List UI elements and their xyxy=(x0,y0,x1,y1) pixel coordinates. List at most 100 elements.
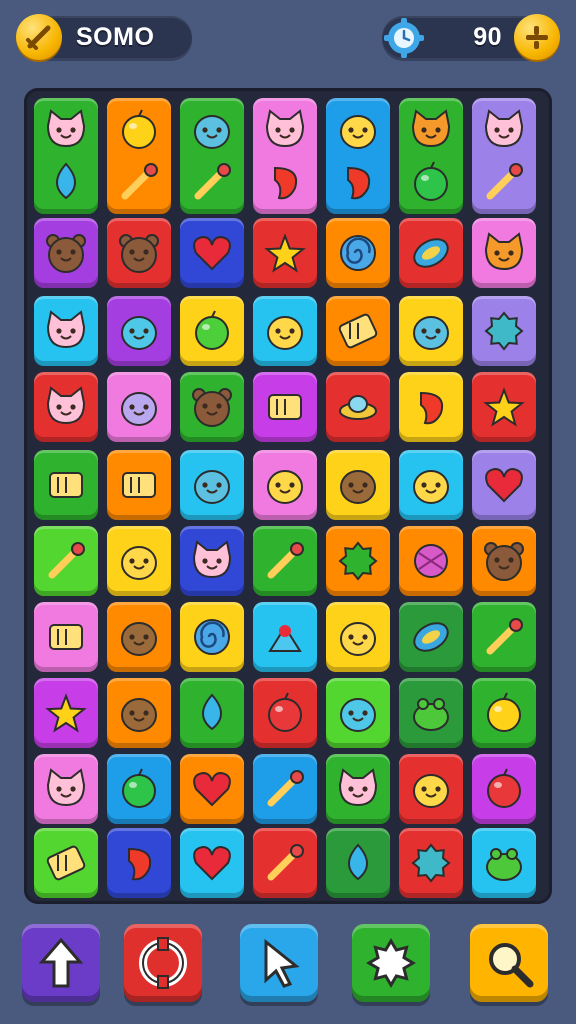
heart-bag-icon xyxy=(268,625,302,652)
tile-r6-c3[interactable] xyxy=(180,526,244,596)
tile-r10-c6[interactable] xyxy=(399,828,463,898)
tile-r2-c7[interactable] xyxy=(472,218,536,288)
tile-r4-c3[interactable] xyxy=(180,372,244,442)
tile-r10-c2[interactable] xyxy=(107,828,171,898)
candy-icon xyxy=(413,238,449,268)
tile-r8-c6[interactable] xyxy=(399,678,463,748)
chick-icon xyxy=(340,622,376,656)
plus-coin-icon[interactable] xyxy=(514,14,560,60)
tile-r1-c7[interactable] xyxy=(472,98,536,214)
tile-r7-c3[interactable] xyxy=(180,602,244,672)
leaf-icon xyxy=(202,693,222,731)
tile-r7-c7[interactable] xyxy=(472,602,536,672)
tile-r10-c4[interactable] xyxy=(253,828,317,898)
tile-r8-c1[interactable] xyxy=(34,678,98,748)
spiky-blob-icon xyxy=(411,843,451,883)
tile-r6-c4[interactable] xyxy=(253,526,317,596)
tile-r9-c2[interactable] xyxy=(107,754,171,824)
chick-icon xyxy=(121,546,157,580)
tile-r4-c6[interactable] xyxy=(399,372,463,442)
paintbrush-icon xyxy=(267,844,304,881)
tile-r1-c1[interactable] xyxy=(34,98,98,214)
tile-r5-c4[interactable] xyxy=(253,450,317,520)
flame-icon xyxy=(420,391,443,425)
ball-icon xyxy=(122,768,156,808)
tile-r3-c7[interactable] xyxy=(472,296,536,366)
swirl-icon xyxy=(340,235,376,271)
spiky-blob-icon xyxy=(484,311,524,351)
tile-r2-c1[interactable] xyxy=(34,218,98,288)
tile-r8-c2[interactable] xyxy=(107,678,171,748)
sun-blob-icon xyxy=(487,692,521,732)
tile-r2-c6[interactable] xyxy=(399,218,463,288)
chick-icon xyxy=(413,470,449,504)
tile-r10-c3[interactable] xyxy=(180,828,244,898)
tile-r6-c6[interactable] xyxy=(399,526,463,596)
tile-r10-c7[interactable] xyxy=(472,828,536,898)
tile-r4-c1[interactable] xyxy=(34,372,98,442)
cookie-face-icon xyxy=(340,470,376,504)
tile-r2-c4[interactable] xyxy=(253,218,317,288)
tile-r7-c6[interactable] xyxy=(399,602,463,672)
tile-r9-c5[interactable] xyxy=(326,754,390,824)
tile-r1-c5[interactable] xyxy=(326,98,390,214)
tile-r7-c2[interactable] xyxy=(107,602,171,672)
tile-r6-c5[interactable] xyxy=(326,526,390,596)
tile-r5-c3[interactable] xyxy=(180,450,244,520)
tile-r8-c4[interactable] xyxy=(253,678,317,748)
sword-coin-icon xyxy=(16,14,62,60)
tile-r5-c6[interactable] xyxy=(399,450,463,520)
heart-icon xyxy=(193,771,231,807)
heart-icon xyxy=(193,845,231,881)
tile-r9-c6[interactable] xyxy=(399,754,463,824)
tile-r7-c1[interactable] xyxy=(34,602,98,672)
tile-r4-c2[interactable] xyxy=(107,372,171,442)
tile-r9-c7[interactable] xyxy=(472,754,536,824)
star-icon xyxy=(264,233,306,273)
tile-r3-c2[interactable] xyxy=(107,296,171,366)
tile-r6-c7[interactable] xyxy=(472,526,536,596)
tile-r3-c4[interactable] xyxy=(253,296,317,366)
tile-r8-c3[interactable] xyxy=(180,678,244,748)
tile-r5-c1[interactable] xyxy=(34,450,98,520)
tile-r8-c5[interactable] xyxy=(326,678,390,748)
shuffle-button[interactable] xyxy=(352,924,430,1002)
tile-r1-c3[interactable] xyxy=(180,98,244,214)
tile-r2-c3[interactable] xyxy=(180,218,244,288)
tile-r6-c2[interactable] xyxy=(107,526,171,596)
search-button[interactable] xyxy=(470,924,548,1002)
tile-r3-c3[interactable] xyxy=(180,296,244,366)
tile-r1-c6[interactable] xyxy=(399,98,463,214)
pencil-icon xyxy=(48,542,85,579)
tile-r9-c1[interactable] xyxy=(34,754,98,824)
tile-r5-c5[interactable] xyxy=(326,450,390,520)
tile-r1-c4[interactable] xyxy=(253,98,317,214)
fish-icon xyxy=(348,843,368,881)
tile-r10-c5[interactable] xyxy=(326,828,390,898)
cursor-button[interactable] xyxy=(240,924,318,1002)
tile-r3-c6[interactable] xyxy=(399,296,463,366)
lifebuoy-button[interactable] xyxy=(124,924,202,1002)
tile-r2-c5[interactable] xyxy=(326,218,390,288)
tile-r6-c1[interactable] xyxy=(34,526,98,596)
battery-icon xyxy=(338,313,378,349)
tile-r10-c1[interactable] xyxy=(34,828,98,898)
tile-r1-c2[interactable] xyxy=(107,98,171,214)
game-board xyxy=(24,88,552,904)
tile-r2-c2[interactable] xyxy=(107,218,171,288)
tile-r5-c7[interactable] xyxy=(472,450,536,520)
tile-r5-c2[interactable] xyxy=(107,450,171,520)
tile-r4-c5[interactable] xyxy=(326,372,390,442)
tile-r4-c7[interactable] xyxy=(472,372,536,442)
tile-r8-c7[interactable] xyxy=(472,678,536,748)
tile-r9-c3[interactable] xyxy=(180,754,244,824)
tile-r3-c1[interactable] xyxy=(34,296,98,366)
up-arrow-button[interactable] xyxy=(22,924,100,1002)
cat-face-icon xyxy=(484,109,524,148)
tile-r4-c4[interactable] xyxy=(253,372,317,442)
tile-r7-c4[interactable] xyxy=(253,602,317,672)
star-icon xyxy=(483,387,525,427)
tile-r9-c4[interactable] xyxy=(253,754,317,824)
tile-r7-c5[interactable] xyxy=(326,602,390,672)
tile-r3-c5[interactable] xyxy=(326,296,390,366)
